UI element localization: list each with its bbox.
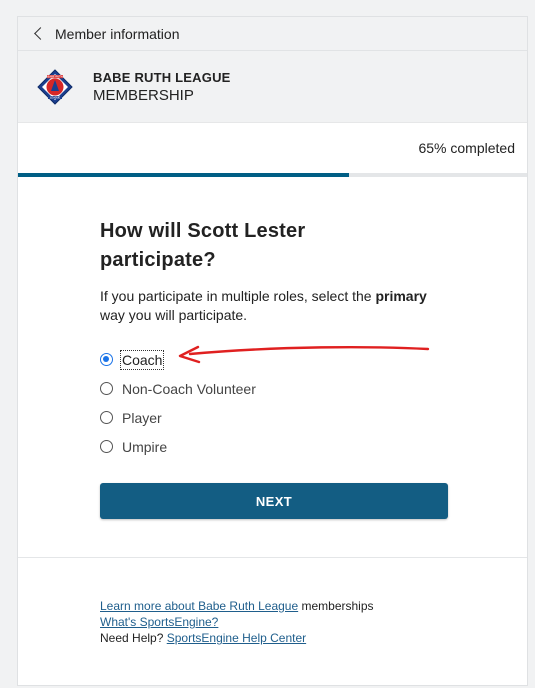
svg-text:BABE RUTH: BABE RUTH bbox=[47, 74, 62, 78]
option-label: Umpire bbox=[122, 438, 168, 455]
whats-sportsengine-link[interactable]: What's SportsEngine? bbox=[100, 615, 218, 629]
back-label: Member information bbox=[55, 25, 180, 42]
whats-sportsengine-line: What's SportsEngine? bbox=[100, 614, 445, 630]
option-label: Non-Coach Volunteer bbox=[122, 380, 256, 397]
help-center-link[interactable]: SportsEngine Help Center bbox=[167, 631, 306, 645]
next-button[interactable]: NEXT bbox=[100, 483, 448, 519]
emphasis-primary: primary bbox=[375, 288, 427, 304]
org-header: BABE RUTH LEAGUE BABE RUTH LEAGUE MEMBER… bbox=[18, 51, 527, 123]
option-umpire[interactable]: Umpire bbox=[100, 432, 445, 461]
option-label: Coach bbox=[119, 349, 165, 370]
progress-fill bbox=[18, 173, 349, 177]
learn-more-line: Learn more about Babe Ruth League member… bbox=[100, 599, 374, 613]
back-to-member-information[interactable]: Member information bbox=[18, 17, 527, 51]
chevron-left-icon bbox=[34, 27, 47, 40]
option-player[interactable]: Player bbox=[100, 403, 445, 432]
radio-non-coach-volunteer[interactable] bbox=[100, 382, 113, 395]
learn-more-link[interactable]: Learn more about Babe Ruth League bbox=[100, 599, 298, 613]
org-name: BABE RUTH LEAGUE bbox=[93, 69, 231, 85]
org-subtitle: MEMBERSHIP bbox=[93, 86, 194, 104]
progress-row: 65% completed bbox=[18, 123, 527, 173]
annotation-arrow-icon bbox=[178, 345, 430, 364]
radio-player[interactable] bbox=[100, 411, 113, 424]
radio-umpire[interactable] bbox=[100, 440, 113, 453]
radio-coach[interactable] bbox=[100, 353, 113, 366]
option-label: Player bbox=[122, 409, 162, 426]
footer-links: Learn more about Babe Ruth League member… bbox=[18, 558, 527, 646]
progress-bar bbox=[18, 173, 527, 177]
page-title: How will Scott Lester participate? bbox=[100, 220, 306, 271]
org-title-block: BABE RUTH LEAGUE MEMBERSHIP bbox=[93, 70, 231, 104]
option-non-coach-volunteer[interactable]: Non-Coach Volunteer bbox=[100, 374, 445, 403]
progress-label: 65% completed bbox=[418, 140, 515, 156]
need-help-line: Need Help? SportsEngine Help Center bbox=[100, 631, 307, 645]
svg-text:LEAGUE: LEAGUE bbox=[50, 96, 60, 99]
instruction-text: If you participate in multiple roles, se… bbox=[100, 288, 427, 323]
babe-ruth-league-logo: BABE RUTH LEAGUE bbox=[37, 68, 73, 105]
